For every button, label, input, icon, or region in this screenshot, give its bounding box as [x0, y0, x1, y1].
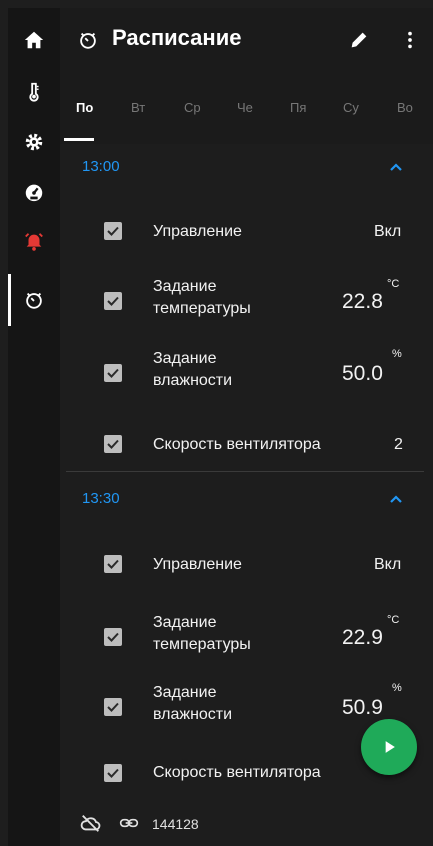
row-unit: %	[392, 348, 402, 360]
schedule-title-icon	[74, 26, 102, 54]
checkbox-icon	[107, 226, 119, 236]
thermometer-icon	[29, 82, 39, 102]
sidebar-item-home[interactable]	[8, 18, 60, 62]
checkbox-icon	[107, 559, 119, 569]
device-id: 144128	[152, 816, 199, 832]
row-label: Задание	[153, 684, 217, 701]
row-checkbox[interactable]	[104, 364, 122, 382]
tab-day-6[interactable]: Су	[343, 100, 359, 115]
checkbox-icon	[107, 368, 119, 378]
schedule-group-header[interactable]: 13:30	[60, 478, 433, 522]
row-label: Задание	[153, 278, 217, 295]
day-tabs: По Вт Ср Че Пя Су Во	[60, 72, 433, 144]
row-label: Управление	[153, 556, 242, 573]
app-bar: Расписание	[60, 8, 433, 72]
row-checkbox[interactable]	[104, 222, 122, 240]
gauge-icon	[25, 184, 43, 202]
row-checkbox[interactable]	[104, 628, 122, 646]
checkbox-icon	[107, 296, 119, 306]
sidebar-item-temperature[interactable]	[8, 70, 60, 114]
row-label: Скорость вентилятора	[153, 436, 321, 453]
group-time: 13:00	[82, 158, 120, 175]
main-panel: Расписание По Вт Ср Че Пя Су Во 13:00 Уп…	[60, 8, 433, 846]
home-icon	[24, 31, 44, 49]
row-label: Задание	[153, 614, 217, 631]
row-label-line2: влажности	[153, 372, 233, 389]
play-icon	[385, 741, 395, 753]
sidebar-item-schedule[interactable]	[8, 278, 60, 322]
schedule-row: Задание температуры 22.8 °C	[60, 270, 433, 336]
schedule-icon	[26, 292, 42, 309]
sidebar	[8, 8, 60, 846]
tab-day-3[interactable]: Ср	[184, 100, 201, 115]
row-unit: °C	[387, 614, 400, 626]
gear-icon	[25, 133, 43, 151]
sidebar-item-settings[interactable]	[8, 120, 60, 164]
schedule-row: Скорость вентилятора 2	[60, 418, 433, 470]
row-label: Управление	[153, 223, 242, 240]
tab-day-4[interactable]: Че	[237, 100, 253, 115]
link-icon	[119, 818, 139, 828]
row-checkbox[interactable]	[104, 435, 122, 453]
chevron-up-icon[interactable]	[389, 160, 403, 174]
schedule-row: Управление Вкл	[60, 206, 433, 258]
sidebar-item-dashboard[interactable]	[8, 170, 60, 214]
more-menu-button[interactable]	[396, 26, 424, 54]
row-unit: °C	[387, 278, 400, 290]
checkbox-icon	[107, 768, 119, 778]
row-label-line2: температуры	[153, 636, 251, 653]
row-checkbox[interactable]	[104, 555, 122, 573]
tab-day-5[interactable]: Пя	[290, 100, 306, 115]
row-value[interactable]: 50.0	[342, 362, 383, 386]
sidebar-item-alarms[interactable]	[8, 220, 60, 264]
edit-icon	[351, 32, 367, 48]
checkbox-icon	[107, 632, 119, 642]
schedule-row: Задание влажности 50.0 %	[60, 342, 433, 408]
row-label: Скорость вентилятора	[153, 764, 321, 781]
row-value[interactable]: 2	[394, 436, 403, 454]
tab-day-1[interactable]: По	[76, 100, 93, 115]
page-title: Расписание	[112, 25, 242, 50]
row-label: Задание	[153, 350, 217, 367]
group-time: 13:30	[82, 490, 120, 507]
run-schedule-button[interactable]	[361, 719, 417, 775]
checkbox-icon	[107, 439, 119, 449]
row-checkbox[interactable]	[104, 698, 122, 716]
row-value[interactable]: 22.9	[342, 626, 383, 650]
edit-button[interactable]	[345, 26, 373, 54]
cloud-off-icon	[80, 815, 101, 832]
more-vert-icon	[408, 31, 412, 49]
row-value[interactable]: Вкл	[374, 223, 401, 241]
checkbox-icon	[107, 702, 119, 712]
row-label-line2: влажности	[153, 706, 233, 723]
row-checkbox[interactable]	[104, 292, 122, 310]
schedule-group-header[interactable]: 13:00	[60, 146, 433, 190]
row-label-line2: температуры	[153, 300, 251, 317]
row-value[interactable]: 22.8	[342, 290, 383, 314]
schedule-row: Управление Вкл	[60, 538, 433, 590]
row-unit: %	[392, 682, 402, 694]
tab-day-7[interactable]: Во	[397, 100, 413, 115]
schedule-row: Задание температуры 22.9 °C	[60, 606, 433, 672]
row-value[interactable]: Вкл	[374, 556, 401, 574]
tab-indicator	[64, 138, 94, 141]
chevron-up-icon[interactable]	[389, 492, 403, 506]
row-checkbox[interactable]	[104, 764, 122, 782]
row-value[interactable]: 50.9	[342, 696, 383, 720]
group-divider	[66, 471, 424, 472]
tab-day-2[interactable]: Вт	[131, 100, 145, 115]
status-footer: 144128	[60, 804, 433, 846]
alarm-bell-icon	[25, 233, 43, 251]
